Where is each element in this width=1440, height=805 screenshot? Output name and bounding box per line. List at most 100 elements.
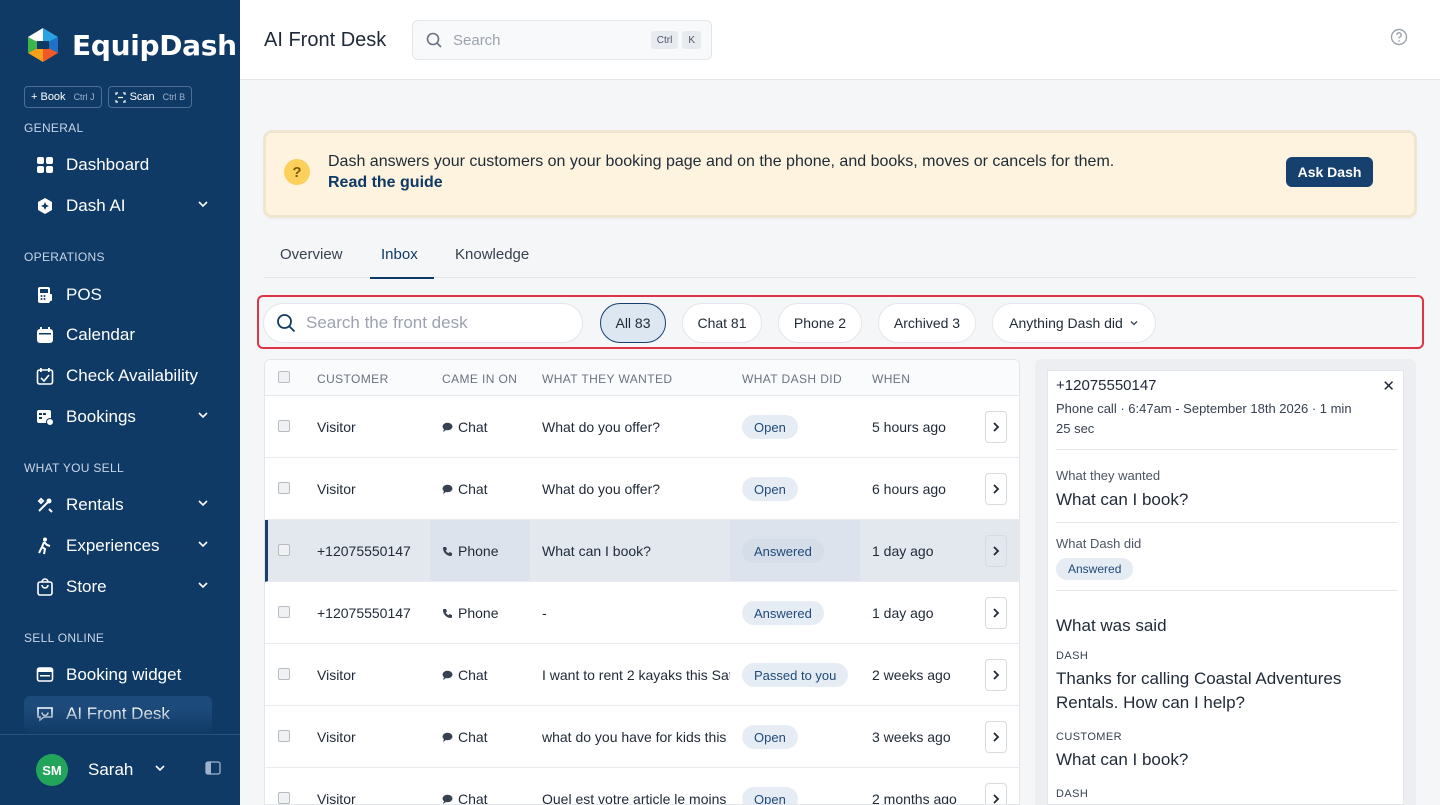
cell-wanted: What do you offer? (542, 481, 661, 497)
table-row[interactable]: +12075550147 Phone - Answered 1 day ago (265, 582, 1019, 644)
close-icon[interactable]: ✕ (1382, 377, 1395, 395)
divider (1056, 590, 1397, 591)
scan-icon (114, 91, 126, 103)
user-bar: SM Sarah (0, 734, 240, 805)
channel-label: Phone (458, 543, 499, 559)
open-row-button[interactable] (985, 473, 1007, 505)
sidebar-item-label: Store (66, 577, 107, 596)
global-search-input[interactable]: Search Ctrl K (412, 20, 712, 60)
row-checkbox[interactable] (278, 606, 290, 618)
phone-icon (443, 546, 452, 556)
section-operations: OPERATIONS (24, 250, 105, 264)
cell-channel: Chat (442, 791, 488, 804)
cell-customer: Visitor (317, 419, 356, 435)
conversation-detail-panel: +12075550147 ✕ Phone call · 6:47am - Sep… (1047, 370, 1404, 805)
quick-book-button[interactable]: + Book Ctrl J (24, 86, 102, 108)
sidebar-item-label: Calendar (66, 325, 135, 344)
row-checkbox[interactable] (278, 792, 290, 804)
quick-scan-button[interactable]: Scan Ctrl B (107, 86, 193, 108)
channel-label: Chat (458, 419, 488, 435)
filter-chip-phone[interactable]: Phone 2 (778, 303, 862, 343)
column-what-dash-did[interactable]: WHAT DASH DID (742, 372, 842, 386)
select-all-checkbox[interactable] (278, 371, 290, 383)
row-checkbox[interactable] (278, 544, 290, 556)
phone-icon (443, 608, 452, 618)
sidebar-item-rentals[interactable]: Rentals (24, 487, 212, 523)
tab-knowledge[interactable]: Knowledge (455, 246, 529, 277)
column-customer[interactable]: CUSTOMER (317, 372, 389, 386)
status-badge: Answered (742, 539, 824, 563)
cell-wanted: I want to rent 2 kayaks this Saturday (542, 667, 730, 683)
open-row-button[interactable] (985, 597, 1007, 629)
open-row-button[interactable] (985, 535, 1007, 567)
search-icon (426, 32, 442, 48)
read-guide-link[interactable]: Read the guide (328, 174, 443, 192)
tab-overview[interactable]: Overview (280, 246, 343, 277)
cell-wanted: Quel est votre article le moins (542, 791, 727, 805)
row-checkbox[interactable] (278, 482, 290, 494)
filter-bar: Search the front desk All 83 Chat 81 Pho… (257, 295, 1424, 349)
row-checkbox[interactable] (278, 420, 290, 432)
question-icon: ? (284, 159, 310, 185)
open-row-button[interactable] (985, 659, 1007, 691)
table-row[interactable]: Visitor Chat What do you offer? Open 5 h… (265, 396, 1019, 458)
front-desk-search-input[interactable]: Search the front desk (263, 303, 583, 343)
avatar[interactable]: SM (36, 754, 68, 786)
sidebar-item-dash-ai[interactable]: Dash AI (24, 188, 212, 224)
help-icon[interactable] (1390, 28, 1408, 51)
filter-chip-archived[interactable]: Archived 3 (878, 303, 976, 343)
sidebar-item-label: Rentals (66, 495, 124, 514)
filter-dropdown-dash-actions[interactable]: Anything Dash did (992, 303, 1156, 343)
chat-icon (442, 794, 453, 804)
open-row-button[interactable] (985, 721, 1007, 753)
sidebar-item-calendar[interactable]: Calendar (24, 317, 212, 353)
user-name[interactable]: Sarah (88, 760, 133, 780)
tab-inbox[interactable]: Inbox (370, 246, 434, 279)
chevron-down-icon (196, 495, 210, 515)
quick-actions: + Book Ctrl J Scan Ctrl B (24, 86, 193, 108)
sidebar-item-store[interactable]: Store (24, 569, 212, 605)
sidebar-item-check-availability[interactable]: Check Availability (24, 358, 212, 394)
shortcut-keys: Ctrl K (650, 31, 701, 49)
row-checkbox[interactable] (278, 730, 290, 742)
column-when[interactable]: WHEN (872, 372, 910, 386)
open-row-button[interactable] (985, 783, 1007, 804)
status-badge: Open (742, 787, 798, 804)
cell-channel: Chat (442, 729, 488, 745)
chevron-down-icon[interactable] (153, 761, 167, 780)
chevron-right-icon (993, 484, 1000, 494)
sidebar-collapse-icon[interactable] (205, 760, 222, 780)
detail-subtitle: Phone call · 6:47am - September 18th 202… (1056, 401, 1352, 436)
filter-chip-chat[interactable]: Chat 81 (682, 303, 762, 343)
tabs: Overview Inbox Knowledge (264, 238, 1416, 279)
table-row[interactable]: Visitor Chat What do you offer? Open 6 h… (265, 458, 1019, 520)
channel-label: Chat (458, 481, 488, 497)
message-speaker: DASH (1056, 650, 1089, 662)
cell-channel: Phone (442, 543, 498, 559)
column-came-in-on[interactable]: CAME IN ON (442, 372, 517, 386)
filter-chip-all[interactable]: All 83 (600, 303, 666, 343)
column-what-they-wanted[interactable]: WHAT THEY WANTED (542, 372, 672, 386)
cell-channel: Phone (442, 605, 498, 621)
dropdown-label: Anything Dash did (1009, 315, 1123, 331)
table-row-selected[interactable]: +12075550147 Phone What can I book? Answ… (265, 520, 1019, 582)
ask-dash-button[interactable]: Ask Dash (1286, 157, 1373, 187)
page-title: AI Front Desk (264, 29, 387, 51)
table-row[interactable]: Visitor Chat Quel est votre article le m… (265, 768, 1019, 805)
sidebar-item-experiences[interactable]: Experiences (24, 528, 212, 564)
open-row-button[interactable] (985, 411, 1007, 443)
status-badge: Open (742, 725, 798, 749)
cell-channel: Chat (442, 667, 488, 683)
logo[interactable]: EquipDash (24, 26, 237, 64)
table-header: CUSTOMER CAME IN ON WHAT THEY WANTED WHA… (265, 360, 1019, 396)
sidebar-item-bookings[interactable]: Bookings (24, 399, 212, 435)
sidebar-item-dashboard[interactable]: Dashboard (24, 147, 212, 183)
row-checkbox[interactable] (278, 668, 290, 680)
table-row[interactable]: Visitor Chat I want to rent 2 kayaks thi… (265, 644, 1019, 706)
sidebar-item-booking-widget[interactable]: Booking widget (24, 657, 212, 693)
table-row[interactable]: Visitor Chat what do you have for kids t… (265, 706, 1019, 768)
status-badge: Answered (742, 601, 824, 625)
sidebar-item-pos[interactable]: POS (24, 277, 212, 313)
status-badge: Passed to you (742, 663, 849, 687)
cell-when: 2 months ago (872, 791, 957, 805)
